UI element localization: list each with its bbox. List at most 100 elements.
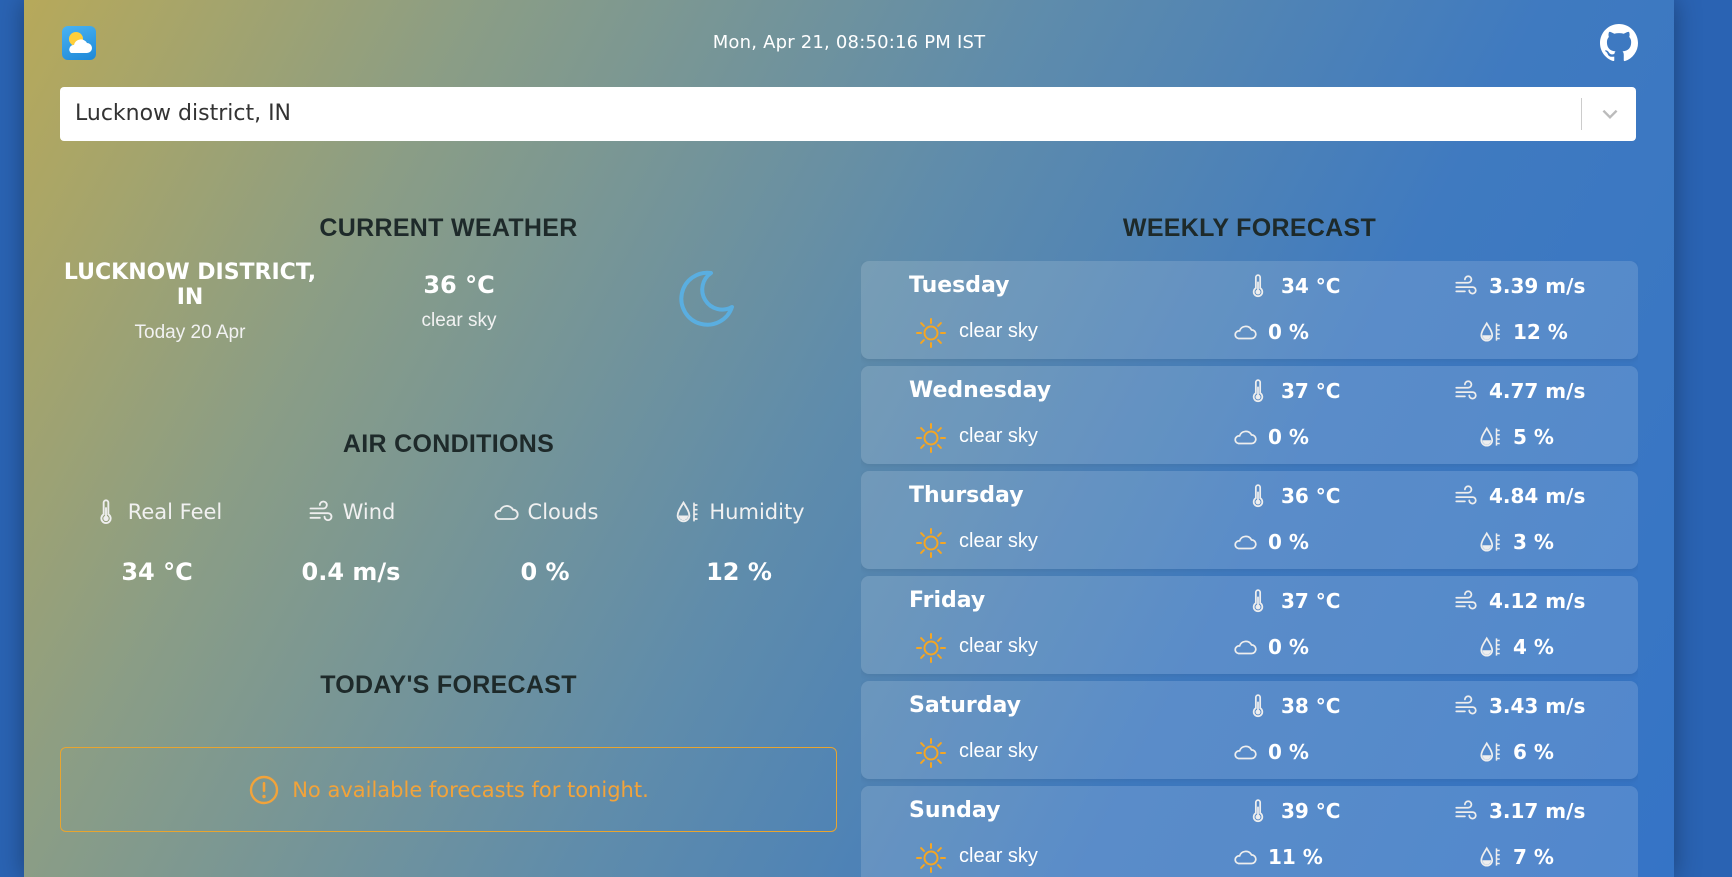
forecast-temperature: 34 °C	[1245, 273, 1340, 299]
forecast-clouds: 0 %	[1232, 634, 1309, 660]
wind-icon	[1455, 485, 1477, 505]
humidity-icon	[677, 500, 698, 523]
forecast-humidity-value: 3 %	[1513, 530, 1554, 554]
thermometer-icon	[1252, 589, 1264, 613]
air-label-humidity: Humidity	[709, 500, 805, 524]
current-datetime: Mon, Apr 21, 08:50:16 PM IST	[712, 32, 986, 53]
wind-icon	[309, 500, 333, 522]
city-search-select[interactable]: Lucknow district, IN	[60, 87, 1636, 141]
forecast-day-name: Thursday	[909, 483, 1024, 508]
sun-icon	[916, 528, 946, 558]
forecast-wind: 3.43 m/s	[1453, 693, 1585, 719]
city-name: LUCKNOW DISTRICT, IN	[63, 260, 317, 310]
forecast-humidity: 12 %	[1477, 319, 1568, 345]
forecast-day-card: Saturday clear sky 38 °C 0 % 3.43 m/s 6 …	[861, 681, 1638, 779]
cloud-icon	[1234, 430, 1257, 445]
todays-forecast-title: TODAY'S FORECAST	[320, 671, 577, 699]
forecast-day-name: Tuesday	[909, 273, 1010, 298]
air-value-clouds: 0 %	[520, 558, 570, 586]
forecast-description: clear sky	[959, 530, 1038, 552]
cloud-icon	[1234, 640, 1257, 655]
forecast-wind: 3.39 m/s	[1453, 273, 1585, 299]
air-value-real-feel: 34 °C	[121, 558, 193, 586]
forecast-clouds-value: 0 %	[1268, 635, 1309, 659]
forecast-clouds-value: 0 %	[1268, 740, 1309, 764]
alert-message: No available forecasts for tonight.	[292, 777, 649, 802]
weekly-forecast-title: WEEKLY FORECAST	[1122, 214, 1377, 242]
forecast-description: clear sky	[959, 740, 1038, 762]
forecast-humidity: 7 %	[1477, 844, 1554, 870]
github-link[interactable]	[1600, 24, 1638, 62]
chevron-down-icon[interactable]	[1599, 103, 1621, 125]
air-item-wind: Wind 0.4 m/s	[254, 498, 448, 586]
search-divider	[1581, 98, 1582, 130]
forecast-humidity: 5 %	[1477, 424, 1554, 450]
humidity-icon	[1480, 741, 1500, 762]
humidity-icon	[1480, 636, 1500, 657]
wind-icon	[1455, 275, 1477, 295]
forecast-day-card: Sunday clear sky 39 °C 11 % 3.17 m/s 7 %	[861, 786, 1638, 877]
search-input[interactable]: Lucknow district, IN	[75, 101, 291, 126]
forecast-humidity-value: 12 %	[1513, 320, 1568, 344]
forecast-day-card: Thursday clear sky 36 °C 0 % 4.84 m/s 3 …	[861, 471, 1638, 569]
air-label-wind: Wind	[342, 500, 396, 524]
forecast-temperature-value: 34 °C	[1281, 274, 1341, 298]
forecast-temperature: 37 °C	[1245, 378, 1340, 404]
thermometer-icon	[1252, 799, 1264, 823]
forecast-temperature: 39 °C	[1245, 798, 1340, 824]
humidity-icon	[1480, 321, 1500, 342]
sun-icon	[916, 633, 946, 663]
forecast-temperature: 36 °C	[1245, 483, 1340, 509]
forecast-clouds-value: 0 %	[1268, 425, 1309, 449]
wind-icon	[1455, 380, 1477, 400]
thermometer-icon	[1252, 694, 1264, 718]
forecast-wind-value: 4.84 m/s	[1489, 484, 1586, 508]
air-item-clouds: Clouds 0 %	[448, 498, 642, 586]
current-weather-title: CURRENT WEATHER	[319, 214, 578, 242]
air-conditions-title: AIR CONDITIONS	[342, 430, 555, 458]
forecast-day-name: Sunday	[909, 798, 1001, 823]
forecast-humidity-value: 5 %	[1513, 425, 1554, 449]
cloud-icon	[1234, 325, 1257, 340]
forecast-temperature: 37 °C	[1245, 588, 1340, 614]
forecast-day-card: Wednesday clear sky 37 °C 0 % 4.77 m/s 5…	[861, 366, 1638, 464]
forecast-clouds: 0 %	[1232, 739, 1309, 765]
forecast-wind: 4.84 m/s	[1453, 483, 1585, 509]
forecast-temperature-value: 37 °C	[1281, 589, 1341, 613]
forecast-clouds-value: 11 %	[1268, 845, 1323, 869]
cloud-icon	[1234, 850, 1257, 865]
forecast-day-name: Friday	[909, 588, 986, 613]
thermometer-icon	[1252, 379, 1264, 403]
current-description: clear sky	[421, 310, 497, 331]
air-label-real-feel: Real Feel	[127, 500, 223, 524]
humidity-icon	[1480, 846, 1500, 867]
forecast-description: clear sky	[959, 425, 1038, 447]
forecast-day-name: Wednesday	[909, 378, 1052, 403]
forecast-humidity: 3 %	[1477, 529, 1554, 555]
sun-icon	[916, 738, 946, 768]
forecast-wind-value: 4.77 m/s	[1489, 379, 1586, 403]
app-container: Mon, Apr 21, 08:50:16 PM IST Lucknow dis…	[24, 0, 1674, 877]
thermometer-icon	[100, 499, 112, 524]
air-value-humidity: 12 %	[706, 558, 772, 586]
humidity-icon	[1480, 531, 1500, 552]
thermometer-icon	[1252, 274, 1264, 298]
weekly-forecast-list[interactable]: Tuesday clear sky 34 °C 0 % 3.39 m/s 12 …	[861, 261, 1638, 877]
wind-icon	[1455, 695, 1477, 715]
forecast-humidity-value: 7 %	[1513, 845, 1554, 869]
cloud-icon	[494, 505, 519, 520]
forecast-wind: 3.17 m/s	[1453, 798, 1585, 824]
air-item-humidity: Humidity 12 %	[642, 498, 836, 586]
moon-icon	[679, 270, 734, 327]
sun-icon	[916, 423, 946, 453]
forecast-wind: 4.12 m/s	[1453, 588, 1585, 614]
forecast-temperature-value: 36 °C	[1281, 484, 1341, 508]
forecast-description: clear sky	[959, 320, 1038, 342]
forecast-clouds-value: 0 %	[1268, 530, 1309, 554]
cloud-icon	[1234, 535, 1257, 550]
forecast-humidity: 6 %	[1477, 739, 1554, 765]
forecast-clouds: 11 %	[1232, 844, 1323, 870]
air-item-real-feel: Real Feel 34 °C	[60, 498, 254, 586]
sun-icon	[916, 318, 946, 348]
forecast-wind-value: 3.39 m/s	[1489, 274, 1586, 298]
